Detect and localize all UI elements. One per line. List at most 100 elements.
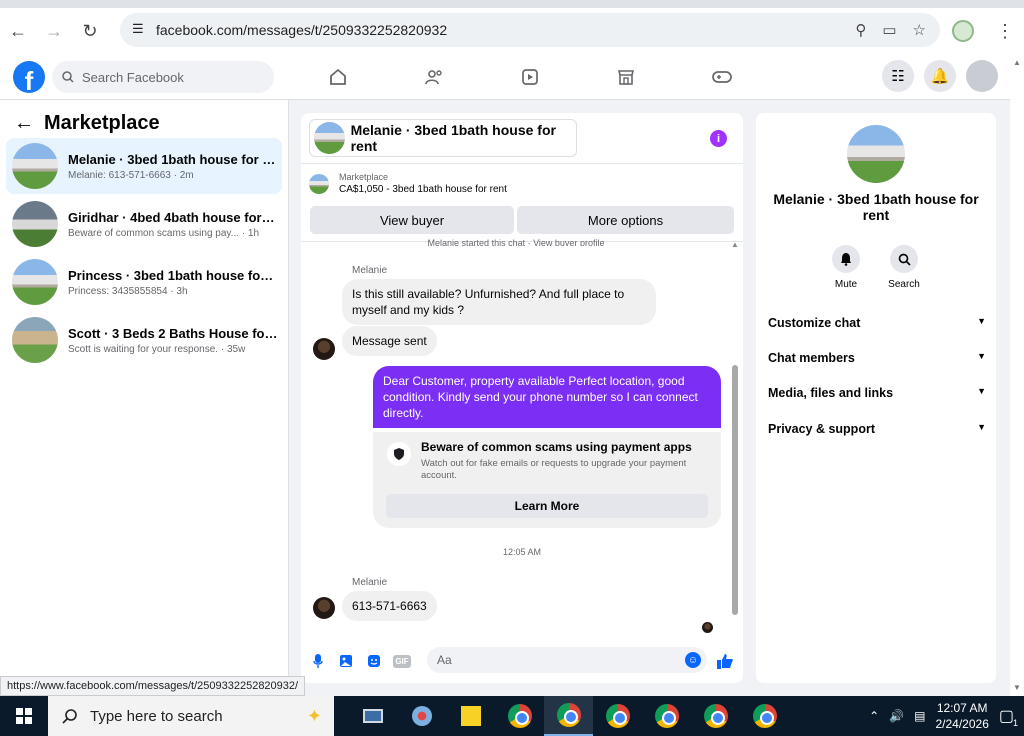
section-label: Chat members [768, 351, 855, 365]
sticker-icon[interactable] [360, 647, 388, 675]
taskbar-chrome-icon[interactable] [495, 696, 544, 736]
system-tray: ⌃ 🔊 ▤ 12:07 AM 2/24/2026 ▢ 1 [869, 696, 1024, 736]
windows-taskbar: Type here to search ✦ ⌃ 🔊 ▤ 12:07 AM 2/2… [0, 696, 1024, 736]
conversation-preview: Melanie: 613-571-6663 · 2m [68, 169, 194, 181]
incoming-message: Is this still available? Unfurnished? An… [342, 279, 656, 325]
taskbar-chrome-icon[interactable] [642, 696, 691, 736]
timestamp-separator: 12:05 AM [502, 547, 542, 557]
scam-warning-card: Beware of common scams using payment app… [373, 432, 721, 528]
taskbar-app-laptop-icon[interactable] [348, 696, 397, 736]
taskbar-chrome-icon[interactable] [691, 696, 740, 736]
chat-members-section[interactable]: Chat members ▼ [768, 351, 986, 365]
incoming-message: 613-571-6663 [342, 591, 437, 621]
listing-mini-thumbnail [309, 173, 329, 194]
conversation-preview: Princess: 3435855854 · 3h [68, 285, 188, 297]
gaming-nav-icon[interactable] [674, 54, 770, 100]
chevron-down-icon: ▼ [977, 422, 986, 432]
message-input[interactable]: Aa ☺ [427, 647, 707, 673]
shield-icon [387, 442, 411, 466]
forward-icon[interactable]: → [36, 13, 72, 49]
windows-start-icon[interactable] [0, 696, 48, 736]
taskbar-search[interactable]: Type here to search ✦ [48, 696, 334, 736]
search-action[interactable]: Search [884, 245, 924, 290]
chat-title: Melanie · 3bed 1bath house for rent [350, 122, 556, 154]
conversation-info-panel: Melanie · 3bed 1bath house for rent Mute… [756, 113, 996, 683]
taskbar-chrome-icon[interactable] [593, 696, 642, 736]
notifications-bell-icon[interactable]: 🔔 [924, 60, 956, 92]
install-icon[interactable]: ▭ [882, 21, 896, 39]
conversation-item[interactable]: Princess · 3bed 1bath house for rent Pri… [6, 254, 282, 310]
bookmark-star-icon[interactable]: ☆ [913, 21, 926, 39]
media-files-links-section[interactable]: Media, files and links ▼ [768, 386, 986, 400]
conversation-photo [847, 125, 905, 183]
chat-scrollbar[interactable]: ▲ [731, 240, 739, 615]
conversation-item[interactable]: Scott · 3 Beds 2 Baths House for R... Sc… [6, 312, 282, 368]
read-receipt-avatar [702, 622, 713, 633]
gif-icon[interactable]: GIF [388, 647, 416, 675]
link-hover-status: https://www.facebook.com/messages/t/2509… [0, 676, 306, 696]
sender-avatar [313, 338, 335, 360]
back-arrow-icon[interactable]: ← [14, 112, 34, 135]
clock-date: 2/24/2026 [935, 717, 989, 731]
video-nav-icon[interactable] [482, 54, 578, 100]
friends-nav-icon[interactable] [386, 54, 482, 100]
account-avatar[interactable] [966, 60, 998, 92]
zoom-icon[interactable]: ⚲ [855, 21, 866, 39]
chat-header[interactable]: Melanie · 3bed 1bath house for rent [309, 119, 577, 157]
scroll-up-icon[interactable]: ▲ [1010, 58, 1024, 67]
conversation-name: Melanie · 3bed 1bath house for rent [773, 191, 979, 223]
search-placeholder: Search Facebook [82, 69, 184, 85]
page-scrollbar[interactable]: ▲ ▼ [1010, 54, 1024, 696]
section-label: Privacy & support [768, 422, 875, 436]
profile-avatar-icon[interactable] [952, 20, 974, 42]
taskbar-app-paint-icon[interactable] [397, 696, 446, 736]
conversation-item[interactable]: Giridhar · 4bed 4bath house for rent Bew… [6, 196, 282, 252]
tray-chevron-up-icon[interactable]: ⌃ [869, 709, 879, 723]
emoji-icon[interactable]: ☺ [685, 652, 701, 668]
scrollbar-thumb[interactable] [732, 365, 738, 615]
taskbar-chrome-icon[interactable] [740, 696, 789, 736]
conversation-preview: Scott is waiting for your response. · 35… [68, 343, 246, 355]
scroll-down-icon[interactable]: ▼ [1010, 683, 1024, 692]
listing-thumbnail [12, 143, 58, 189]
sender-avatar [313, 597, 335, 619]
network-icon[interactable]: ▤ [914, 709, 925, 723]
search-icon [890, 245, 918, 273]
mute-label: Mute [834, 279, 858, 290]
section-label: Customize chat [768, 316, 861, 330]
listing-thumbnail [12, 317, 58, 363]
site-settings-icon[interactable]: ☰ [132, 21, 144, 37]
back-icon[interactable]: ← [0, 13, 36, 49]
facebook-search[interactable]: Search Facebook [52, 61, 274, 93]
scam-warning-title: Beware of common scams using payment app… [421, 440, 692, 454]
search-label: Search [888, 279, 920, 290]
conversation-title: Giridhar · 4bed 4bath house for rent [68, 209, 278, 225]
marketplace-nav-icon[interactable] [578, 54, 674, 100]
scroll-up-icon[interactable]: ▲ [731, 240, 739, 249]
scam-warning-text: Watch out for fake emails or requests to… [421, 458, 687, 481]
customize-chat-section[interactable]: Customize chat ▼ [768, 316, 986, 330]
home-nav-icon[interactable] [290, 54, 386, 100]
taskbar-chrome-active-icon[interactable] [544, 696, 593, 736]
message-sender: Melanie [352, 265, 388, 276]
address-bar[interactable]: ☰ facebook.com/messages/t/25093322528209… [120, 13, 940, 47]
image-icon[interactable] [332, 647, 360, 675]
browser-menu-icon[interactable]: ⋮ [996, 21, 1014, 42]
info-icon[interactable]: i [710, 130, 727, 147]
notifications-icon[interactable]: ▢ 1 [999, 706, 1018, 728]
volume-icon[interactable]: 🔊 [889, 709, 904, 723]
microphone-icon[interactable] [304, 647, 332, 675]
taskbar-search-text: Type here to search [90, 707, 223, 725]
menu-grid-icon[interactable]: ☷ [882, 60, 914, 92]
view-buyer-button[interactable]: View buyer [310, 206, 514, 234]
privacy-support-section[interactable]: Privacy & support ▼ [768, 422, 986, 436]
reload-icon[interactable]: ↻ [72, 13, 108, 49]
conversation-item[interactable]: Melanie · 3bed 1bath house for rent Mela… [6, 138, 282, 194]
mute-action[interactable]: Mute [826, 245, 866, 290]
facebook-logo[interactable]: f [13, 61, 45, 93]
learn-more-button[interactable]: Learn More [386, 494, 708, 518]
more-options-button[interactable]: More options [517, 206, 734, 234]
thumbs-up-icon[interactable] [711, 647, 739, 675]
taskbar-clock[interactable]: 12:07 AM 2/24/2026 [935, 700, 988, 732]
taskbar-app-sticky-notes-icon[interactable] [446, 696, 495, 736]
